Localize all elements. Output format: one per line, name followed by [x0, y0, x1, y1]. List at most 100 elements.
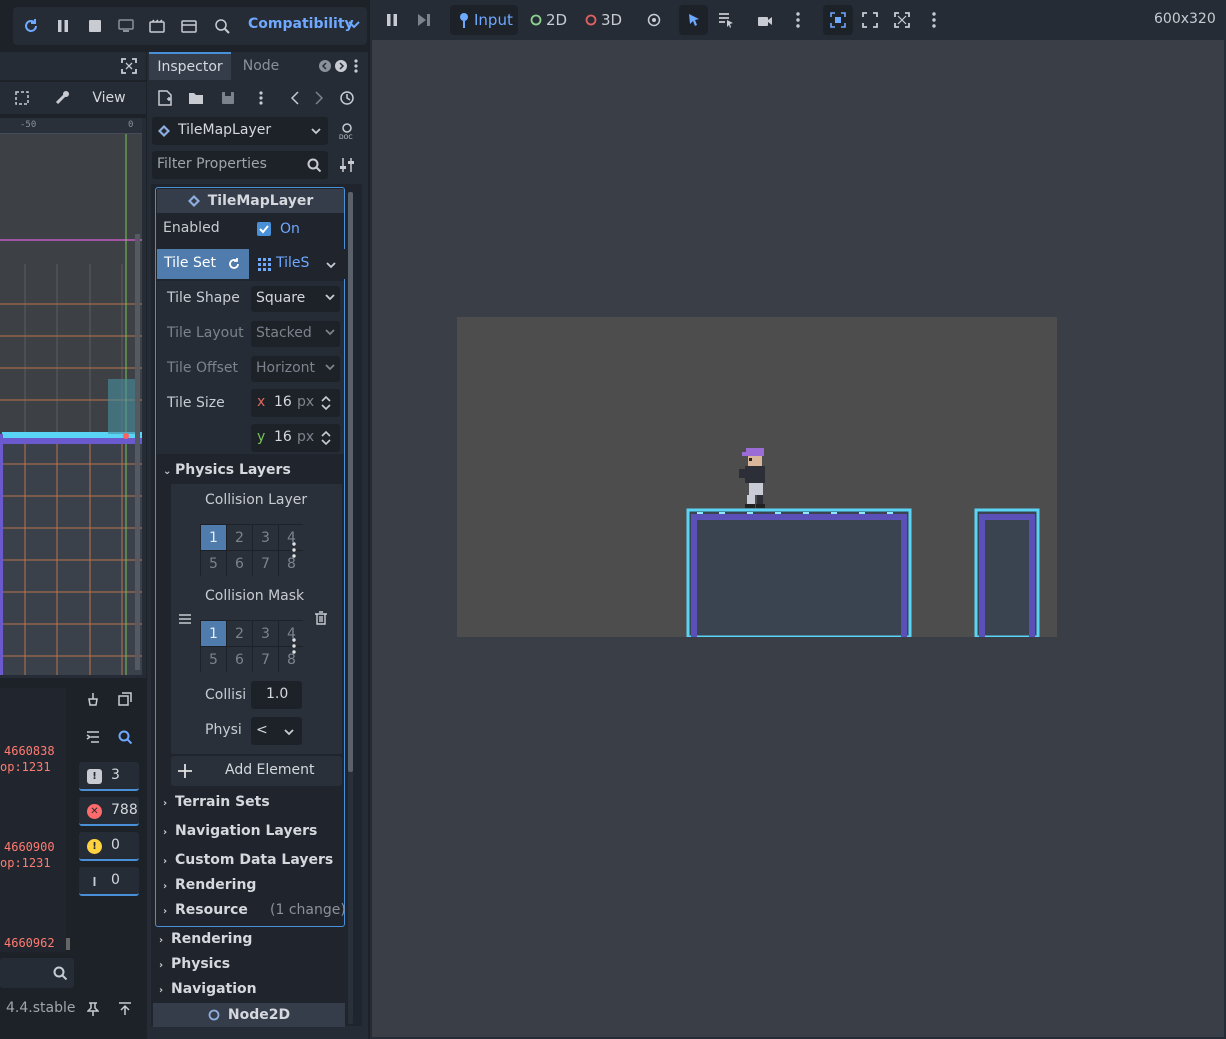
expand-panel-icon[interactable]	[116, 1000, 134, 1018]
tab-prev-icon[interactable]	[317, 58, 333, 74]
mode-2d-button[interactable]: 2D	[530, 5, 567, 35]
debug-filter[interactable]: ǀ 0	[79, 867, 139, 896]
history-back-icon[interactable]	[286, 89, 304, 107]
navigation-layers-group[interactable]: › Navigation Layers	[163, 823, 317, 839]
more-options-icon[interactable]	[789, 11, 807, 29]
pause-icon[interactable]	[53, 16, 73, 36]
fullscreen-icon[interactable]	[119, 56, 139, 76]
chevron-down-icon[interactable]	[325, 259, 337, 271]
bone-icon[interactable]	[52, 88, 72, 108]
stop-icon[interactable]	[85, 16, 105, 36]
terrain-sets-group[interactable]: › Terrain Sets	[163, 794, 270, 810]
add-element-button[interactable]: Add Element	[171, 756, 342, 786]
drag-handle-icon[interactable]	[176, 610, 194, 628]
movie-maker-icon[interactable]	[147, 16, 167, 36]
remote-debug-icon[interactable]	[116, 16, 136, 36]
mask-cell[interactable]: 1	[201, 621, 226, 646]
pause-icon[interactable]	[383, 11, 401, 29]
trash-icon[interactable]	[312, 609, 330, 627]
layer-cell[interactable]: 2	[227, 525, 252, 550]
custom-data-layers-group[interactable]: › Custom Data Layers	[163, 852, 333, 868]
property-scrollbar[interactable]	[348, 192, 353, 1024]
rendering-group[interactable]: › Rendering	[159, 931, 252, 947]
mask-cell[interactable]: 3	[253, 621, 278, 646]
eye-icon[interactable]	[644, 11, 664, 29]
mask-cell[interactable]: 7	[253, 647, 278, 672]
output-scrollbar[interactable]	[66, 688, 72, 952]
stretch-icon[interactable]	[893, 11, 911, 29]
mask-menu-icon[interactable]	[290, 636, 298, 656]
collapse-icon[interactable]	[84, 728, 102, 746]
renderer-select[interactable]: Compatibility	[248, 16, 354, 32]
collision-layer-grid[interactable]: 1 2 3 4 5 6 7 8	[200, 524, 304, 576]
snap-grid-icon[interactable]	[12, 88, 32, 108]
layer-cell[interactable]: 7	[253, 551, 278, 576]
collision-priority-field[interactable]: 1.0	[251, 681, 302, 709]
history-forward-icon[interactable]	[310, 89, 328, 107]
layer-menu-icon[interactable]	[290, 540, 298, 560]
save-icon[interactable]	[219, 89, 237, 107]
tile-set-resource[interactable]: TileS	[251, 249, 345, 279]
list-select-icon[interactable]	[717, 11, 735, 29]
more-options-icon[interactable]	[925, 11, 943, 29]
view-menu[interactable]: View	[86, 82, 132, 114]
embed-game-button[interactable]	[823, 5, 853, 35]
more-options-icon[interactable]	[252, 89, 270, 107]
new-resource-icon[interactable]	[156, 89, 174, 107]
tab-node[interactable]: Node	[234, 52, 288, 80]
open-folder-icon[interactable]	[187, 89, 205, 107]
debug-search-icon[interactable]	[212, 16, 232, 36]
tile-shape-select[interactable]: Square	[251, 286, 340, 312]
layer-cell[interactable]: 6	[227, 551, 252, 576]
object-doc-icon[interactable]: DOC	[337, 121, 357, 141]
tile-layout-select[interactable]: Stacked	[251, 321, 340, 347]
tab-next-icon[interactable]	[333, 58, 349, 74]
camera-override-icon[interactable]	[756, 11, 774, 29]
property-tools-icon[interactable]	[338, 155, 356, 175]
input-mode-button[interactable]: Input	[450, 5, 518, 35]
tile-size-x-field[interactable]: x 16 px	[251, 389, 340, 417]
pin-icon[interactable]	[84, 1000, 102, 1018]
history-icon[interactable]	[338, 89, 356, 107]
errors-filter[interactable]: ✕ 788	[79, 797, 139, 826]
next-frame-icon[interactable]	[415, 11, 433, 29]
copy-icon[interactable]	[116, 690, 134, 708]
warnings-filter[interactable]: ! 0	[79, 832, 139, 861]
mask-cell[interactable]: 5	[201, 647, 226, 672]
select-mode-button[interactable]	[679, 5, 708, 35]
layer-cell[interactable]: 3	[253, 525, 278, 550]
chevron-down-icon[interactable]	[347, 18, 361, 32]
messages-filter[interactable]: ! 3	[79, 762, 139, 791]
dock-menu-icon[interactable]	[350, 57, 362, 75]
spinner-icon[interactable]	[321, 430, 331, 446]
mode-3d-button[interactable]: 3D	[585, 5, 622, 35]
object-selector[interactable]: TileMapLayer	[152, 117, 328, 145]
resource-group[interactable]: › Resource	[163, 902, 248, 918]
physics-group[interactable]: › Physics	[159, 956, 230, 972]
clear-output-icon[interactable]	[84, 690, 102, 708]
clapper-icon[interactable]	[179, 16, 199, 36]
tile-offset-select[interactable]: Horizont	[251, 356, 340, 382]
tileset-rendering-group[interactable]: › Rendering	[163, 877, 256, 893]
search-toggle[interactable]	[111, 724, 139, 750]
game-window[interactable]	[457, 317, 1057, 637]
spinner-icon[interactable]	[321, 395, 331, 411]
enabled-checkbox[interactable]	[257, 222, 271, 236]
filter-properties-input[interactable]: Filter Properties	[152, 151, 328, 179]
keep-aspect-icon[interactable]	[861, 11, 879, 29]
mask-cell[interactable]: 2	[227, 621, 252, 646]
physics-material-field[interactable]: <	[251, 717, 302, 745]
reload-icon[interactable]	[21, 16, 41, 36]
revert-icon[interactable]	[226, 256, 242, 272]
navigation-group[interactable]: › Navigation	[159, 981, 257, 997]
mask-cell[interactable]: 6	[227, 647, 252, 672]
tab-inspector[interactable]: Inspector	[149, 52, 231, 80]
layer-cell[interactable]: 5	[201, 551, 226, 576]
filter-output-input[interactable]	[0, 958, 74, 988]
physics-layers-group[interactable]: ⌄ Physics Layers	[163, 462, 291, 478]
tile-size-y-field[interactable]: y 16 px	[251, 424, 340, 452]
editor-2d-viewport[interactable]	[0, 134, 142, 675]
tile-set-property[interactable]: Tile Set	[157, 249, 249, 279]
collision-mask-grid[interactable]: 1 2 3 4 5 6 7 8	[200, 620, 304, 672]
layer-cell[interactable]: 1	[201, 525, 226, 550]
